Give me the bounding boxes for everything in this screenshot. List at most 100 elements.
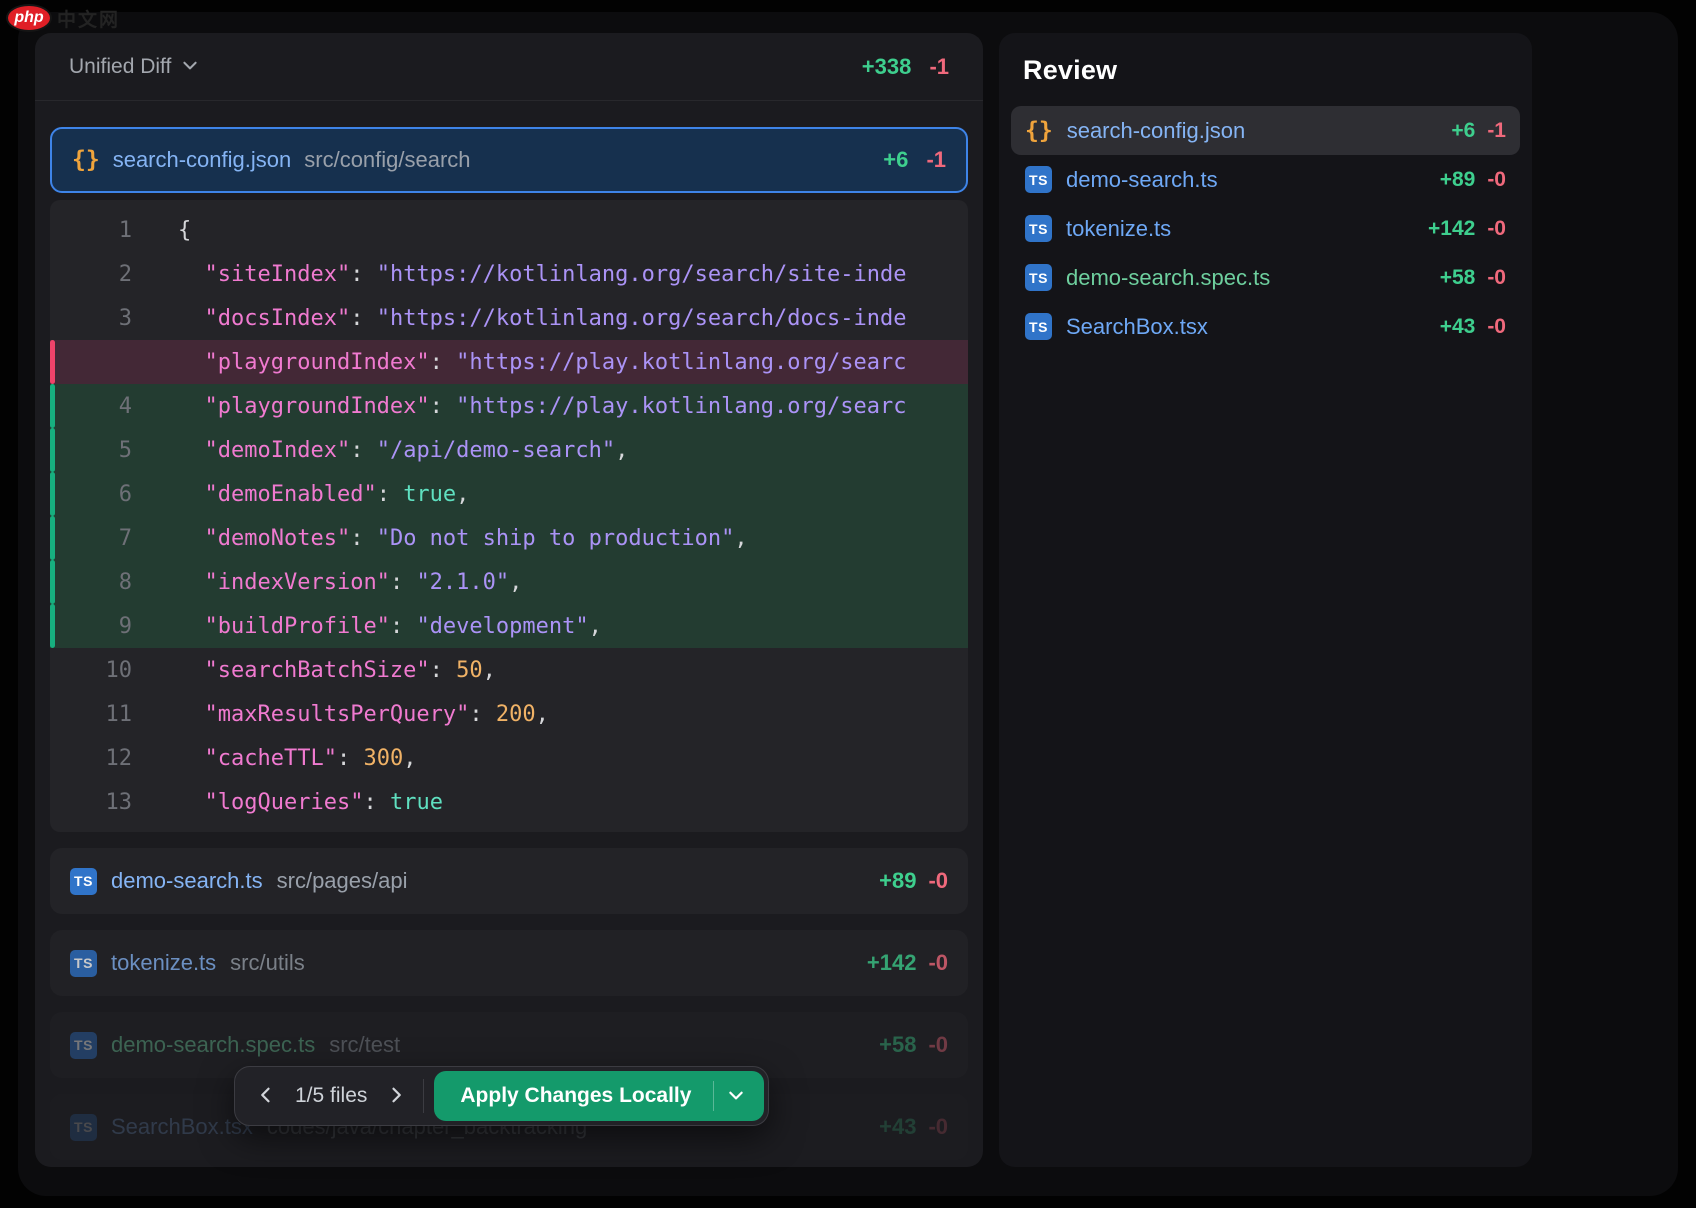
file-path: src/utils [230,950,305,976]
review-file-search-config.json[interactable]: {}search-config.json+6-1 [1011,106,1520,155]
additions-count: +89 [879,868,916,893]
file-name: search-config.json [113,147,292,173]
json-braces-icon: {} [72,147,100,173]
file-stats: +58 -0 [879,1032,948,1058]
file-name: demo-search.ts [1066,167,1218,193]
additions-count: +89 [1440,168,1476,191]
file-name: demo-search.spec.ts [1066,265,1270,291]
diff-line-2: 2 "siteIndex": "https://kotlinlang.org/s… [50,252,968,296]
chevron-left-icon [256,1085,276,1108]
review-file-demo-search.spec.ts[interactable]: TSdemo-search.spec.ts+58-0 [1011,253,1520,302]
additions-count: +142 [1428,217,1475,240]
additions-count: +58 [879,1032,916,1057]
line-number: 8 [50,570,178,595]
line-code: "siteIndex": "https://kotlinlang.org/sea… [178,262,907,287]
additions-count: +43 [1440,315,1476,338]
line-number: 10 [50,658,178,683]
divider [423,1079,424,1113]
line-code: "demoEnabled": true, [178,482,469,507]
file-name: SearchBox.tsx [111,1114,253,1140]
line-code: "logQueries": true [178,790,443,815]
file-position: 1/5 files [287,1084,375,1108]
php-logo-icon: php [6,4,52,32]
diff-line-12: 12 "cacheTTL": 300, [50,736,968,780]
line-code: "maxResultsPerQuery": 200, [178,702,549,727]
file-name: tokenize.ts [111,950,216,976]
file-name: SearchBox.tsx [1066,314,1208,340]
file-path: src/pages/api [277,868,408,894]
file-card-selected[interactable]: {} search-config.json src/config/search … [50,127,968,193]
additions-count: +43 [879,1114,916,1139]
next-file-button[interactable] [375,1074,417,1118]
watermark-text: 中文网 [57,5,120,32]
file-path: src/config/search [304,147,470,173]
diff-line-13: 13 "logQueries": true [50,780,968,824]
diff-panel: Unified Diff +338 -1 {} search-config.js… [35,33,983,1167]
file-card-tokenize.ts[interactable]: TS tokenize.ts src/utils +142-0 [50,930,968,996]
diff-line-5: 5 "demoIndex": "/api/demo-search", [50,428,968,472]
deletions-count: -0 [1487,315,1506,338]
line-code: "indexVersion": "2.1.0", [178,570,522,595]
line-code: "cacheTTL": 300, [178,746,416,771]
line-number: 7 [50,526,178,551]
line-code: "buildProfile": "development", [178,614,602,639]
line-number: 1 [50,218,178,243]
file-stats: +58-0 [1440,266,1506,290]
deletions-count: -0 [928,1032,948,1057]
diff-line-7: 7 "demoNotes": "Do not ship to productio… [50,516,968,560]
typescript-icon: TS [70,1114,97,1141]
prev-file-button[interactable] [245,1074,287,1118]
chevron-down-icon [181,53,199,80]
file-stats: +43 -0 [1440,315,1506,339]
chevron-down-icon [727,1086,745,1107]
file-name: demo-search.ts [111,868,263,894]
line-code: "demoIndex": "/api/demo-search", [178,438,628,463]
review-file-demo-search.ts[interactable]: TS demo-search.ts +89 -0 [1011,155,1520,204]
view-mode-dropdown[interactable]: Unified Diff [69,53,199,80]
typescript-icon: TS [1025,166,1052,193]
deletions-count: -1 [926,147,946,172]
action-bar: 1/5 files Apply Changes Locally [234,1066,769,1126]
apply-changes-label: Apply Changes Locally [460,1084,713,1108]
file-path: src/test [329,1032,400,1058]
chevron-right-icon [386,1085,406,1108]
diff-line-4: 4 "playgroundIndex": "https://play.kotli… [50,384,968,428]
typescript-icon: TS [70,950,97,977]
review-title: Review [1011,49,1520,106]
line-code: "playgroundIndex": "https://play.kotlinl… [178,394,907,419]
diff-line-3: 3 "docsIndex": "https://kotlinlang.org/s… [50,296,968,340]
diff-line-6: 6 "demoEnabled": true, [50,472,968,516]
apply-changes-button[interactable]: Apply Changes Locally [434,1071,764,1121]
deletions-count: -0 [928,1114,948,1139]
deletions-count: -0 [1487,168,1506,191]
diff-line-removed: "playgroundIndex": "https://play.kotlinl… [50,340,968,384]
file-stats: +89-0 [879,868,948,894]
additions-count: +6 [883,147,908,172]
file-stats: +6 -1 [883,147,946,173]
line-number: 11 [50,702,178,727]
line-code: "docsIndex": "https://kotlinlang.org/sea… [178,306,907,331]
line-number: 3 [50,306,178,331]
diff-totals: +338 -1 [862,54,949,80]
file-stats: +142-0 [1428,217,1506,241]
file-name: search-config.json [1067,118,1246,144]
file-name: tokenize.ts [1066,216,1171,242]
review-file-SearchBox.tsx[interactable]: TSSearchBox.tsx+43-0 [1011,302,1520,351]
review-file-list: {}search-config.json+6-1TSdemo-search.ts… [1011,106,1520,351]
review-file-tokenize.ts[interactable]: TStokenize.ts+142-0 [1011,204,1520,253]
total-additions: +338 [862,54,912,79]
file-card-demo-search.ts[interactable]: TS demo-search.ts src/pages/api +89-0 [50,848,968,914]
diff-line-10: 10 "searchBatchSize": 50, [50,648,968,692]
typescript-icon: TS [70,868,97,895]
file-stats: +6-1 [1451,119,1506,143]
line-number: 5 [50,438,178,463]
file-name: demo-search.spec.ts [111,1032,315,1058]
file-stats: +142-0 [867,950,948,976]
line-number: 4 [50,394,178,419]
total-deletions: -1 [929,54,949,79]
deletions-count: -1 [1487,119,1506,142]
apply-options-toggle[interactable] [714,1086,758,1107]
file-stats: +89 -0 [1440,168,1506,192]
line-number: 2 [50,262,178,287]
line-number: 9 [50,614,178,639]
